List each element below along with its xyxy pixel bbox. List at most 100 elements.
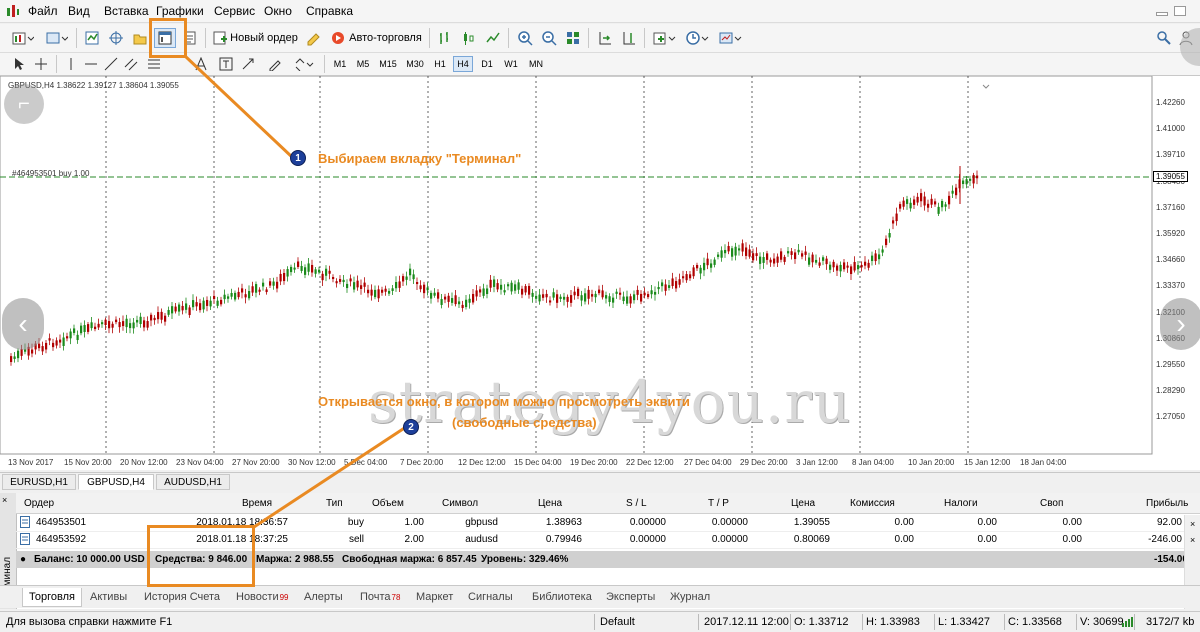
tab-signals[interactable]: Сигналы: [468, 588, 513, 606]
prev-slide-button[interactable]: ‹: [2, 298, 44, 350]
tab-account-history[interactable]: История Счета: [144, 588, 220, 606]
col-volume[interactable]: Объем: [372, 498, 404, 509]
time-tick-label: 12 Dec 12:00: [458, 458, 506, 467]
tab-news[interactable]: Новости 99: [236, 588, 289, 606]
candle: [727, 246, 730, 252]
timeframe-m1[interactable]: M1: [330, 56, 350, 72]
navigator-button[interactable]: [130, 28, 150, 48]
close-order-icon[interactable]: ×: [1190, 519, 1195, 529]
timeframe-h1[interactable]: H1: [430, 56, 450, 72]
col-time[interactable]: Время: [242, 498, 272, 509]
new-chart-button[interactable]: [8, 28, 38, 48]
profiles-button[interactable]: [42, 28, 72, 48]
restore-icon[interactable]: [1174, 6, 1186, 16]
close-order-icon[interactable]: ×: [1190, 535, 1195, 545]
chart-shift-button[interactable]: [618, 28, 640, 48]
auto-trading-button[interactable]: Авто-торговля: [328, 28, 424, 48]
col-order[interactable]: Ордер: [24, 498, 54, 509]
candle: [325, 268, 328, 276]
tile-windows-button[interactable]: [562, 28, 584, 48]
tab-mail[interactable]: Почта 78: [360, 588, 400, 606]
channel-tool[interactable]: [122, 56, 140, 72]
data-window-button[interactable]: [106, 28, 126, 48]
col-tp[interactable]: T / P: [708, 498, 729, 509]
menu-view[interactable]: Вид: [68, 4, 90, 18]
candle: [489, 279, 492, 288]
trendline-tool[interactable]: [102, 56, 120, 72]
cell-cur-price: 1.39055: [793, 517, 830, 528]
horizontal-line-tool[interactable]: [82, 56, 100, 72]
col-price[interactable]: Цена: [538, 498, 562, 509]
pencil-icon: [269, 60, 281, 71]
periods-button[interactable]: [683, 28, 713, 48]
next-slide-button[interactable]: ›: [1160, 298, 1200, 350]
candle: [577, 288, 580, 297]
col-profit[interactable]: Прибыль: [1146, 498, 1188, 509]
timeframe-m30[interactable]: M30: [403, 56, 427, 72]
candle: [454, 295, 457, 305]
fibo-tool[interactable]: [144, 56, 164, 72]
shapes-tool[interactable]: [266, 56, 284, 72]
candle: [619, 292, 622, 295]
candle: [293, 267, 296, 270]
col-current-price[interactable]: Цена: [791, 498, 815, 509]
timeframe-mn[interactable]: MN: [525, 56, 547, 72]
tab-library[interactable]: Библиотека: [532, 588, 592, 606]
candle: [829, 264, 832, 270]
arrows-tool[interactable]: [240, 56, 256, 72]
menu-charts[interactable]: Графики: [156, 4, 204, 18]
tab-experts[interactable]: Эксперты: [606, 588, 655, 606]
timeframe-m5[interactable]: M5: [353, 56, 373, 72]
bar-chart-button[interactable]: [434, 28, 456, 48]
chart-tab-gbpusd[interactable]: GBPUSD,H4: [78, 474, 154, 490]
expand-button[interactable]: ⌐: [4, 84, 44, 124]
col-type[interactable]: Тип: [326, 498, 343, 509]
cursor-tool[interactable]: [10, 56, 28, 72]
zoom-out-button[interactable]: [538, 28, 560, 48]
menu-insert[interactable]: Вставка: [104, 4, 149, 18]
chart-tab-eurusd[interactable]: EURUSD,H1: [2, 474, 76, 490]
chart-window[interactable]: GBPUSD,H4 1.38622 1.39127 1.38604 1.3905…: [0, 76, 1200, 470]
more-tools[interactable]: [292, 56, 316, 72]
timeframe-d1[interactable]: D1: [477, 56, 497, 72]
close-terminal-icon[interactable]: ×: [2, 495, 7, 505]
col-taxes[interactable]: Налоги: [944, 498, 978, 509]
templates-button[interactable]: [716, 28, 746, 48]
candle-chart-button[interactable]: [458, 28, 480, 48]
candle: [839, 264, 842, 272]
metaeditor-button[interactable]: [304, 28, 324, 48]
col-sl[interactable]: S / L: [626, 498, 647, 509]
col-symbol[interactable]: Символ: [442, 498, 478, 509]
menu-file[interactable]: Файл: [28, 4, 58, 18]
minimize-icon[interactable]: [1156, 12, 1168, 16]
tab-assets[interactable]: Активы: [90, 588, 127, 606]
crosshair-tool[interactable]: [32, 56, 50, 72]
timeframe-h4[interactable]: H4: [453, 56, 473, 72]
menu-service[interactable]: Сервис: [214, 4, 255, 18]
tab-journal[interactable]: Журнал: [670, 588, 710, 606]
candle: [374, 289, 377, 298]
col-commission[interactable]: Комиссия: [850, 498, 895, 509]
indicators-button[interactable]: [650, 28, 680, 48]
timeframe-w1[interactable]: W1: [501, 56, 521, 72]
autoscroll-button[interactable]: [594, 28, 616, 48]
cell-taxes: 0.00: [977, 517, 997, 528]
market-watch-button[interactable]: [82, 28, 102, 48]
chart-tab-audusd[interactable]: AUDUSD,H1: [156, 474, 230, 490]
status-profile[interactable]: Default: [600, 616, 635, 628]
tab-market[interactable]: Маркет: [416, 588, 453, 606]
menu-help[interactable]: Справка: [306, 4, 353, 18]
col-swap[interactable]: Своп: [1040, 498, 1063, 509]
vertical-line-tool[interactable]: [62, 56, 80, 72]
zoom-in-button[interactable]: [514, 28, 536, 48]
line-chart-button[interactable]: [482, 28, 504, 48]
search-button[interactable]: [1154, 28, 1174, 48]
tab-alerts[interactable]: Алерты: [304, 588, 343, 606]
text-label-tool[interactable]: [218, 56, 234, 72]
new-order-button[interactable]: Новый ордер: [211, 28, 299, 48]
menu-window[interactable]: Окно: [264, 4, 292, 18]
tab-trade[interactable]: Торговля: [22, 588, 82, 607]
candle: [283, 272, 286, 282]
timeframe-m15[interactable]: M15: [376, 56, 400, 72]
text-tool[interactable]: [194, 56, 208, 72]
